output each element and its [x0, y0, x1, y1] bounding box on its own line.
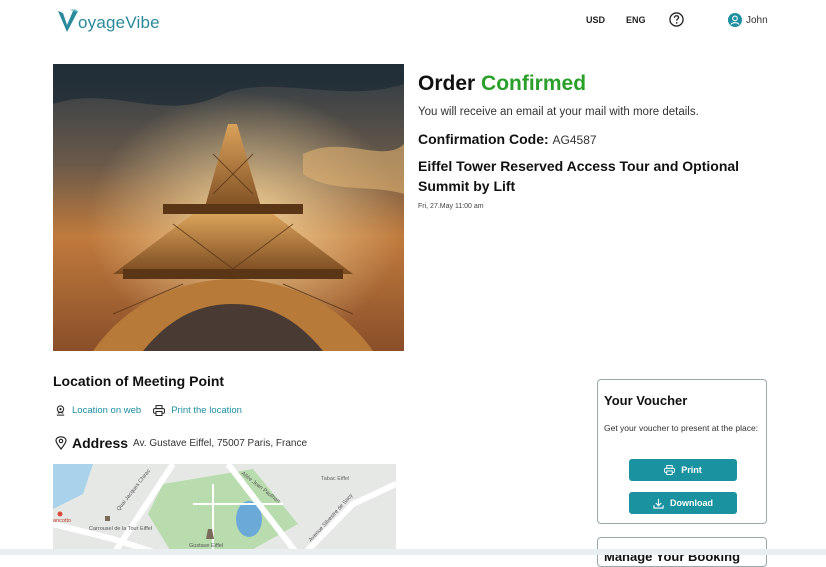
download-voucher-label: Download	[670, 498, 713, 508]
top-header: oyageVibe USD ENG John	[0, 0, 826, 44]
location-on-web-label: Location on web	[72, 405, 142, 416]
print-voucher-label: Print	[681, 465, 702, 475]
location-pin-icon	[55, 436, 67, 450]
language-selector[interactable]: ENG	[626, 15, 646, 25]
map-place-ancotto-label: ancotto	[53, 518, 71, 524]
order-title-status: Confirmed	[481, 72, 587, 95]
print-voucher-button[interactable]: Print	[629, 459, 737, 481]
address-label: Address	[72, 435, 129, 451]
help-icon[interactable]	[669, 12, 684, 27]
print-location-link[interactable]: Print the location	[153, 405, 242, 416]
tour-name: Eiffel Tower Reserved Access Tour and Op…	[418, 158, 740, 194]
printer-icon	[153, 405, 166, 416]
address-row: Address Av. Gustave Eiffel, 75007 Paris,…	[55, 435, 307, 451]
order-email-notice: You will receive an email at your mail w…	[418, 106, 699, 118]
download-voucher-button[interactable]: Download	[629, 492, 737, 514]
print-location-label: Print the location	[171, 405, 242, 416]
confirmation-code-label: Confirmation Code:	[418, 131, 549, 147]
logo-v-icon	[58, 9, 79, 32]
map-place-tabac-label: Tabac Eiffel	[321, 476, 349, 482]
user-menu[interactable]: John	[728, 13, 768, 27]
map-place-carrousel-label: Carrousel de la Tour Eiffel	[89, 526, 152, 532]
confirmation-code-value: AG4587	[552, 133, 597, 147]
logo-text: oyageVibe	[78, 13, 160, 32]
tour-hero-image	[53, 64, 404, 351]
location-on-web-link[interactable]: Location on web	[55, 405, 141, 416]
printer-icon	[664, 465, 676, 475]
map-restaurant-marker-icon	[57, 511, 63, 517]
order-title-prefix: Order	[418, 72, 476, 95]
address-value: Av. Gustave Eiffel, 75007 Paris, France	[133, 437, 308, 449]
voyagevibe-logo[interactable]: oyageVibe	[56, 8, 160, 34]
meeting-point-map[interactable]: Quai Jacques Chirac Allée Jean Paulhan A…	[53, 464, 396, 555]
voucher-title: Your Voucher	[604, 393, 688, 408]
user-avatar-icon	[728, 13, 742, 27]
confirmation-code-row: Confirmation Code: AG4587	[418, 131, 597, 147]
map-carrousel-marker-icon	[105, 516, 110, 521]
meeting-point-title: Location of Meeting Point	[53, 373, 225, 389]
voucher-description: Get your voucher to present at the place…	[604, 423, 759, 433]
order-status-title: Order Confirmed	[418, 72, 586, 96]
tour-date: Fri, 27.May 11:00 am	[418, 203, 484, 210]
page-bottom-scroll-edge	[0, 549, 826, 555]
currency-selector[interactable]: USD	[586, 15, 605, 25]
download-icon	[653, 498, 664, 509]
user-name: John	[746, 14, 768, 26]
voucher-card: Your Voucher Get your voucher to present…	[597, 379, 767, 524]
location-links: Location on web Print the location	[55, 405, 242, 416]
map-pin-web-icon	[56, 405, 65, 416]
